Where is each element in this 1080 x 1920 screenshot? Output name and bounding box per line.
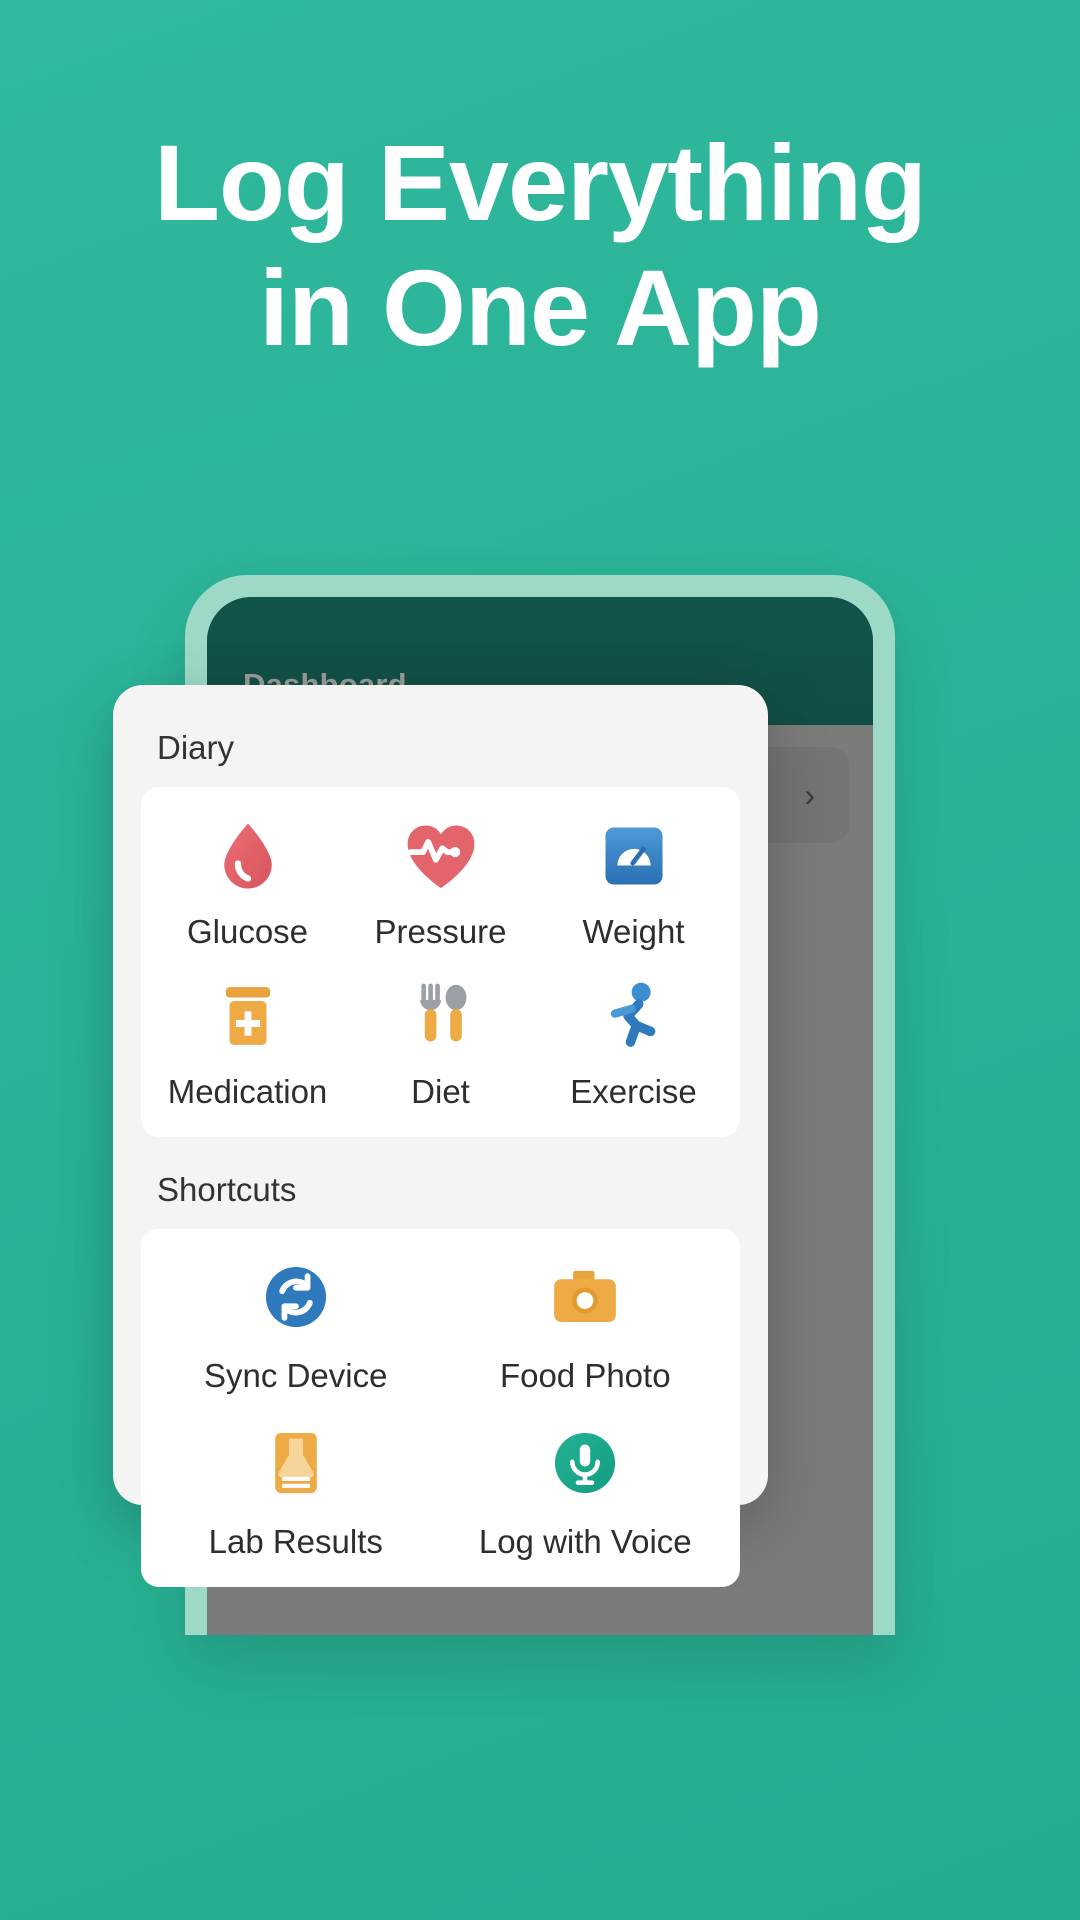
tile-label: Weight: [582, 913, 685, 950]
section-title-diary: Diary: [157, 729, 235, 766]
shortcuts-grid: Sync Device Food Photo Lab Results Log w…: [151, 1255, 730, 1561]
tile-label: Exercise: [570, 1073, 697, 1110]
weight-scale-icon: [596, 813, 672, 899]
tile-sync-device[interactable]: Sync Device: [151, 1255, 441, 1395]
tile-glucose[interactable]: Glucose: [151, 813, 344, 951]
fork-spoon-icon: [404, 973, 478, 1059]
tile-label: Medication: [167, 1073, 328, 1110]
tile-label: Food Photo: [499, 1357, 671, 1394]
section-title-shortcuts: Shortcuts: [157, 1171, 297, 1208]
tile-label: Pressure: [374, 913, 507, 950]
page-headline: Log Everything in One App: [0, 120, 1080, 371]
heart-pulse-icon: [400, 813, 482, 899]
lab-flask-icon: [259, 1421, 333, 1505]
tile-weight[interactable]: Weight: [537, 813, 730, 951]
tile-log-with-voice[interactable]: Log with Voice: [441, 1421, 731, 1561]
tile-label: Glucose: [186, 913, 309, 950]
tile-label: Lab Results: [208, 1523, 383, 1560]
tile-exercise[interactable]: Exercise: [537, 973, 730, 1111]
tile-food-photo[interactable]: Food Photo: [441, 1255, 731, 1395]
feature-sheet: Diary Glucose Pressure Weight Medication…: [113, 685, 768, 1587]
shortcuts-card: Sync Device Food Photo Lab Results Log w…: [141, 1229, 740, 1587]
headline-line-2: in One App: [259, 247, 822, 369]
diary-card: Glucose Pressure Weight Medication Diet …: [141, 787, 740, 1137]
tile-label: Sync Device: [204, 1357, 388, 1394]
tile-lab-results[interactable]: Lab Results: [151, 1421, 441, 1561]
pill-bottle-icon: [211, 973, 285, 1059]
sync-arrows-icon: [259, 1255, 333, 1339]
voice-mic-icon: [548, 1421, 622, 1505]
running-person-icon: [596, 973, 672, 1059]
diary-grid: Glucose Pressure Weight Medication Diet …: [151, 813, 730, 1111]
tile-label: Log with Voice: [478, 1523, 692, 1560]
tile-medication[interactable]: Medication: [151, 973, 344, 1111]
headline-line-1: Log Everything: [153, 122, 927, 243]
chevron-right-icon: ›: [804, 776, 815, 813]
tile-diet[interactable]: Diet: [344, 973, 537, 1111]
tile-label: Diet: [411, 1073, 470, 1110]
blood-drop-icon: [208, 813, 288, 899]
tile-pressure[interactable]: Pressure: [344, 813, 537, 951]
camera-icon: [547, 1255, 623, 1339]
